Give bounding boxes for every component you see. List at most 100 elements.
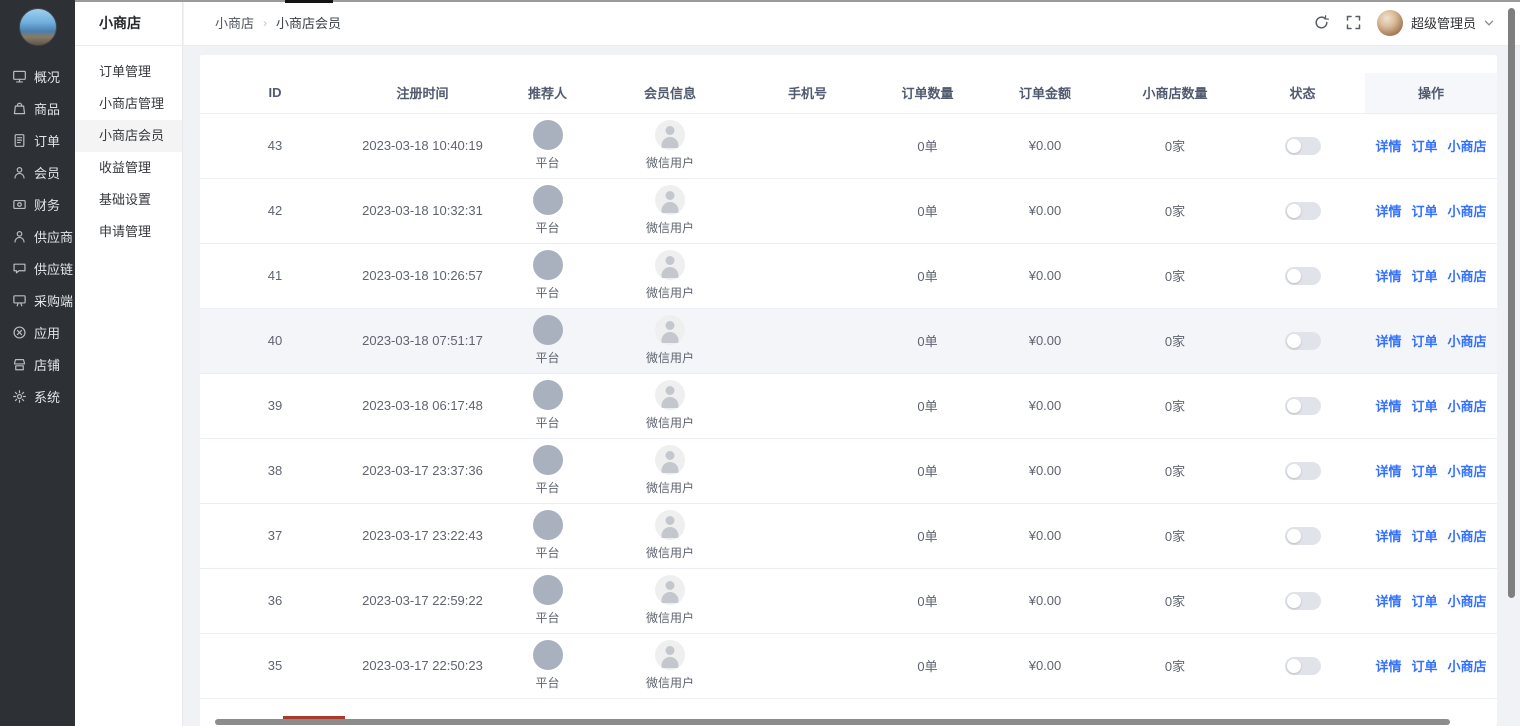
submenu-item[interactable]: 小商店管理 xyxy=(75,88,182,120)
fullscreen-icon[interactable] xyxy=(1345,14,1362,31)
cell-shop-count: 0家 xyxy=(1110,178,1240,243)
submenu-item[interactable]: 小商店会员 xyxy=(75,120,182,152)
user-menu[interactable]: 超级管理员 xyxy=(1377,10,1494,36)
submenu-item[interactable]: 收益管理 xyxy=(75,152,182,184)
member-label: 微信用户 xyxy=(600,479,740,496)
cell-phone xyxy=(740,568,875,633)
cell-order-count: 0单 xyxy=(875,633,980,698)
action-link-detail[interactable]: 详情 xyxy=(1375,204,1401,219)
cell-phone xyxy=(740,633,875,698)
cell-id: 41 xyxy=(200,243,350,308)
member-avatar-icon xyxy=(655,510,685,540)
action-link-shop[interactable]: 小商店 xyxy=(1448,204,1487,219)
status-toggle[interactable] xyxy=(1285,527,1321,545)
referrer-label: 平台 xyxy=(495,414,600,431)
action-link-detail[interactable]: 详情 xyxy=(1375,334,1401,349)
vertical-scrollbar-thumb[interactable] xyxy=(1508,8,1515,598)
sidebar-item-members[interactable]: 会员 xyxy=(0,156,75,188)
action-link-order[interactable]: 订单 xyxy=(1411,204,1437,219)
person-icon xyxy=(12,165,27,180)
horizontal-scrollbar[interactable] xyxy=(215,719,1450,725)
table-row: 412023-03-18 10:26:57平台微信用户0单¥0.000家详情订单… xyxy=(200,243,1497,308)
sidebar-item-purchase[interactable]: 采购端 xyxy=(0,284,75,316)
action-link-shop[interactable]: 小商店 xyxy=(1448,529,1487,544)
breadcrumb-parent[interactable]: 小商店 xyxy=(215,13,254,32)
action-link-shop[interactable]: 小商店 xyxy=(1448,464,1487,479)
gear-icon xyxy=(12,389,27,404)
status-toggle[interactable] xyxy=(1285,202,1321,220)
cell-status xyxy=(1240,373,1365,438)
action-link-shop[interactable]: 小商店 xyxy=(1448,269,1487,284)
breadcrumb-separator-icon: › xyxy=(263,16,267,30)
cell-phone xyxy=(740,243,875,308)
action-link-shop[interactable]: 小商店 xyxy=(1448,139,1487,154)
action-link-order[interactable]: 订单 xyxy=(1411,464,1437,479)
refresh-icon[interactable] xyxy=(1313,14,1330,31)
action-link-detail[interactable]: 详情 xyxy=(1375,464,1401,479)
status-toggle[interactable] xyxy=(1285,267,1321,285)
status-toggle[interactable] xyxy=(1285,592,1321,610)
sidebar-item-goods[interactable]: 商品 xyxy=(0,92,75,124)
submenu-item[interactable]: 订单管理 xyxy=(75,56,182,88)
status-toggle[interactable] xyxy=(1285,462,1321,480)
sidebar-item-supply-chain[interactable]: 供应链 xyxy=(0,252,75,284)
action-link-shop[interactable]: 小商店 xyxy=(1448,399,1487,414)
action-link-detail[interactable]: 详情 xyxy=(1375,659,1401,674)
sidebar-item-system[interactable]: 系统 xyxy=(0,380,75,412)
cell-order-count: 0单 xyxy=(875,243,980,308)
vertical-scrollbar[interactable] xyxy=(1507,0,1516,726)
member-label: 微信用户 xyxy=(600,349,740,366)
cell-id: 36 xyxy=(200,568,350,633)
action-link-detail[interactable]: 详情 xyxy=(1375,594,1401,609)
cell-referrer: 平台 xyxy=(495,568,600,633)
action-link-order[interactable]: 订单 xyxy=(1411,594,1437,609)
submenu-item[interactable]: 申请管理 xyxy=(75,216,182,248)
action-link-detail[interactable]: 详情 xyxy=(1375,399,1401,414)
cell-member-info: 微信用户 xyxy=(600,503,740,568)
cell-id: 38 xyxy=(200,438,350,503)
action-link-order[interactable]: 订单 xyxy=(1411,139,1437,154)
cell-phone xyxy=(740,308,875,373)
sidebar-item-shops[interactable]: 店铺 xyxy=(0,348,75,380)
sidebar-item-apps[interactable]: 应用 xyxy=(0,316,75,348)
member-label: 微信用户 xyxy=(600,154,740,171)
cell-member-info: 微信用户 xyxy=(600,243,740,308)
sidebar-item-overview[interactable]: 概况 xyxy=(0,60,75,92)
member-avatar-icon xyxy=(655,380,685,410)
member-avatar-icon xyxy=(655,250,685,280)
cell-order-amount: ¥0.00 xyxy=(980,503,1110,568)
cell-order-amount: ¥0.00 xyxy=(980,113,1110,178)
action-link-detail[interactable]: 详情 xyxy=(1375,529,1401,544)
referrer-avatar xyxy=(533,575,563,605)
action-link-detail[interactable]: 详情 xyxy=(1375,139,1401,154)
member-table: ID注册时间推荐人会员信息手机号订单数量订单金额小商店数量状态操作 432023… xyxy=(200,73,1497,699)
action-link-order[interactable]: 订单 xyxy=(1411,334,1437,349)
column-header: 会员信息 xyxy=(600,73,740,113)
sidebar-item-orders[interactable]: 订单 xyxy=(0,124,75,156)
sidebar-item-suppliers[interactable]: 供应商 xyxy=(0,220,75,252)
sidebar-item-finance[interactable]: 财务 xyxy=(0,188,75,220)
status-toggle[interactable] xyxy=(1285,332,1321,350)
action-link-order[interactable]: 订单 xyxy=(1411,269,1437,284)
action-link-shop[interactable]: 小商店 xyxy=(1448,659,1487,674)
member-avatar-icon xyxy=(655,120,685,150)
action-link-order[interactable]: 订单 xyxy=(1411,399,1437,414)
cell-referrer: 平台 xyxy=(495,503,600,568)
status-toggle[interactable] xyxy=(1285,397,1321,415)
cell-actions: 详情订单小商店 xyxy=(1365,633,1497,698)
cell-order-amount: ¥0.00 xyxy=(980,568,1110,633)
action-link-shop[interactable]: 小商店 xyxy=(1448,334,1487,349)
action-link-order[interactable]: 订单 xyxy=(1411,659,1437,674)
status-toggle[interactable] xyxy=(1285,137,1321,155)
top-scrollbar-thumb[interactable] xyxy=(285,0,333,3)
submenu-item[interactable]: 基础设置 xyxy=(75,184,182,216)
status-toggle[interactable] xyxy=(1285,657,1321,675)
cell-status xyxy=(1240,568,1365,633)
action-link-detail[interactable]: 详情 xyxy=(1375,269,1401,284)
app-logo[interactable] xyxy=(19,8,57,46)
top-scrollbar[interactable] xyxy=(75,0,1520,2)
action-link-order[interactable]: 订单 xyxy=(1411,529,1437,544)
referrer-avatar xyxy=(533,380,563,410)
bag-icon xyxy=(12,101,27,116)
action-link-shop[interactable]: 小商店 xyxy=(1448,594,1487,609)
